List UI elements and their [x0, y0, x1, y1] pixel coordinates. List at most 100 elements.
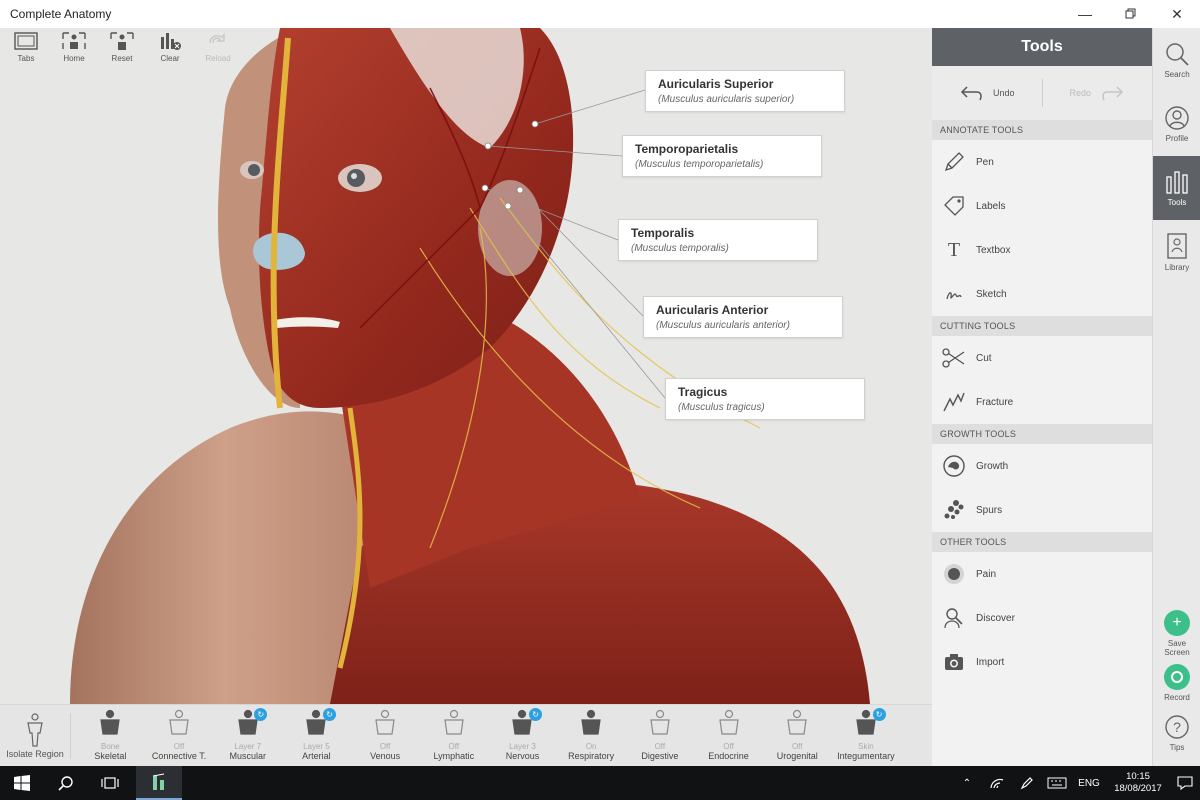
layer-state: On — [585, 742, 597, 751]
plus-icon: + — [1172, 614, 1182, 631]
nav-library[interactable]: Library — [1153, 220, 1200, 284]
layer-connective-t[interactable]: Off Connective T. — [145, 705, 214, 767]
layer-arterial[interactable]: ↻ Layer 5 Arterial — [282, 705, 351, 767]
section-annotate-tools: ANNOTATE TOOLS — [932, 120, 1152, 140]
close-button[interactable]: ✕ — [1154, 0, 1200, 28]
layer-digestive[interactable]: Off Digestive — [626, 705, 695, 767]
layer-sync-icon[interactable]: ↻ — [323, 708, 337, 721]
tool-sketch[interactable]: Sketch — [932, 272, 1152, 316]
layer-venous[interactable]: Off Venous — [351, 705, 420, 767]
label-name: Auricularis Anterior — [656, 303, 769, 317]
tool-label: Import — [976, 656, 1005, 668]
nav-profile[interactable]: Profile — [1153, 92, 1200, 156]
label-tragicus[interactable]: Tragicus (Musculus tragicus) — [665, 378, 865, 420]
label-latin: (Musculus temporalis) — [631, 243, 729, 254]
label-auricularis-anterior[interactable]: Auricularis Anterior (Musculus auricular… — [643, 296, 843, 338]
undo-button[interactable]: Undo — [932, 84, 1042, 102]
tool-growth[interactable]: Growth — [932, 444, 1152, 488]
layer-lymphatic[interactable]: Off Lymphatic — [419, 705, 488, 767]
anatomy-model[interactable] — [0, 28, 932, 704]
tool-textbox[interactable]: T Textbox — [932, 228, 1152, 272]
redo-button[interactable]: Redo — [1043, 84, 1153, 102]
task-view-button[interactable] — [88, 766, 132, 800]
layer-body-icon — [372, 709, 398, 740]
save-screen-button[interactable]: + Save Screen — [1153, 610, 1200, 657]
home-button[interactable]: Home — [52, 30, 96, 66]
layer-respiratory[interactable]: On Respiratory — [557, 705, 626, 767]
reload-button[interactable]: Reload — [196, 30, 240, 66]
tray-keyboard-button[interactable] — [1042, 777, 1072, 789]
redo-label: Redo — [1069, 88, 1091, 98]
minimize-button[interactable]: — — [1062, 0, 1108, 28]
tips-button[interactable]: ? Tips — [1153, 714, 1200, 752]
nav-tools[interactable]: Tools — [1153, 156, 1200, 220]
label-temporoparietalis[interactable]: Temporoparietalis (Musculus temporoparie… — [622, 135, 822, 177]
record-button[interactable]: Record — [1153, 664, 1200, 702]
layer-name: Arterial — [302, 751, 331, 761]
notifications-button[interactable] — [1170, 776, 1200, 790]
growth-icon — [943, 455, 965, 477]
layer-sync-icon[interactable]: ↻ — [872, 708, 886, 721]
tray-pen-button[interactable] — [1012, 776, 1042, 790]
spurs-icon — [944, 500, 964, 519]
layer-muscular[interactable]: ↻ Layer 7 Muscular — [213, 705, 282, 767]
layer-endocrine[interactable]: Off Endocrine — [694, 705, 763, 767]
windows-logo-icon — [14, 775, 30, 791]
tool-label: Fracture — [976, 396, 1014, 408]
tool-import[interactable]: Import — [932, 640, 1152, 684]
layer-body-icon — [97, 709, 123, 740]
nav-label: Library — [1164, 263, 1190, 272]
label-auricularis-superior[interactable]: Auricularis Superior (Musculus auricular… — [645, 70, 845, 112]
3d-viewport[interactable]: Tabs Home Reset Clear Reload Auricularis… — [0, 28, 932, 704]
tool-labels[interactable]: Labels — [932, 184, 1152, 228]
tool-discover[interactable]: Discover — [932, 596, 1152, 640]
undo-label: Undo — [992, 88, 1015, 98]
discover-icon — [944, 608, 963, 629]
tool-cut[interactable]: Cut — [932, 336, 1152, 380]
tray-chevron-button[interactable]: ⌃ — [952, 778, 982, 789]
pen-workspace-icon — [1020, 777, 1033, 790]
fracture-icon — [943, 392, 965, 412]
system-tray: ⌃ ENG 10:15 18/08/2017 — [952, 766, 1200, 800]
library-icon — [1167, 233, 1187, 259]
camera-icon — [945, 654, 963, 670]
layer-skeletal[interactable]: Bone Skeletal — [76, 705, 145, 767]
nav-label: Search — [1164, 70, 1190, 79]
layer-name: Digestive — [641, 751, 679, 761]
tool-pain[interactable]: Pain — [932, 552, 1152, 596]
layer-nervous[interactable]: ↻ Layer 3 Nervous — [488, 705, 557, 767]
layer-name: Skeletal — [94, 751, 127, 761]
layer-urogenital[interactable]: Off Urogenital — [763, 705, 832, 767]
reset-button[interactable]: Reset — [100, 30, 144, 66]
taskbar-app-complete-anatomy[interactable] — [136, 766, 182, 800]
reset-label: Reset — [111, 54, 133, 63]
windows-taskbar: ⌃ ENG 10:15 18/08/2017 — [0, 766, 1200, 800]
layer-body-icon — [784, 709, 810, 740]
section-cutting-tools: CUTTING TOOLS — [932, 316, 1152, 336]
layer-bar: Isolate Region Bone Skeletal Off Connective… — [0, 704, 932, 766]
tool-pen[interactable]: Pen — [932, 140, 1152, 184]
isolate-region-button[interactable]: Isolate Region — [0, 705, 70, 767]
tool-spurs[interactable]: Spurs — [932, 488, 1152, 532]
clear-button[interactable]: Clear — [148, 30, 192, 66]
language-indicator[interactable]: ENG — [1072, 778, 1106, 789]
textbox-icon: T — [947, 238, 961, 261]
start-button[interactable] — [0, 766, 44, 800]
layer-state: Bone — [101, 742, 120, 751]
layer-integumentary[interactable]: ↻ Skin Integumentary — [832, 705, 901, 767]
label-temporalis[interactable]: Temporalis (Musculus temporalis) — [618, 219, 818, 261]
restore-button[interactable] — [1108, 0, 1154, 28]
tray-network-button[interactable] — [982, 777, 1012, 789]
tabs-label: Tabs — [17, 54, 35, 63]
layer-sync-icon[interactable]: ↻ — [254, 708, 268, 721]
tool-fracture[interactable]: Fracture — [932, 380, 1152, 424]
taskbar-search-button[interactable] — [44, 766, 88, 800]
tool-label: Pen — [976, 156, 994, 168]
sketch-icon — [946, 292, 962, 300]
help-icon: ? — [1165, 715, 1189, 739]
layer-sync-icon[interactable]: ↻ — [529, 708, 543, 721]
taskbar-clock[interactable]: 10:15 18/08/2017 — [1106, 771, 1170, 795]
tools-icon — [1166, 171, 1188, 194]
nav-search[interactable]: Search — [1153, 28, 1200, 92]
tabs-button[interactable]: Tabs — [4, 30, 48, 66]
